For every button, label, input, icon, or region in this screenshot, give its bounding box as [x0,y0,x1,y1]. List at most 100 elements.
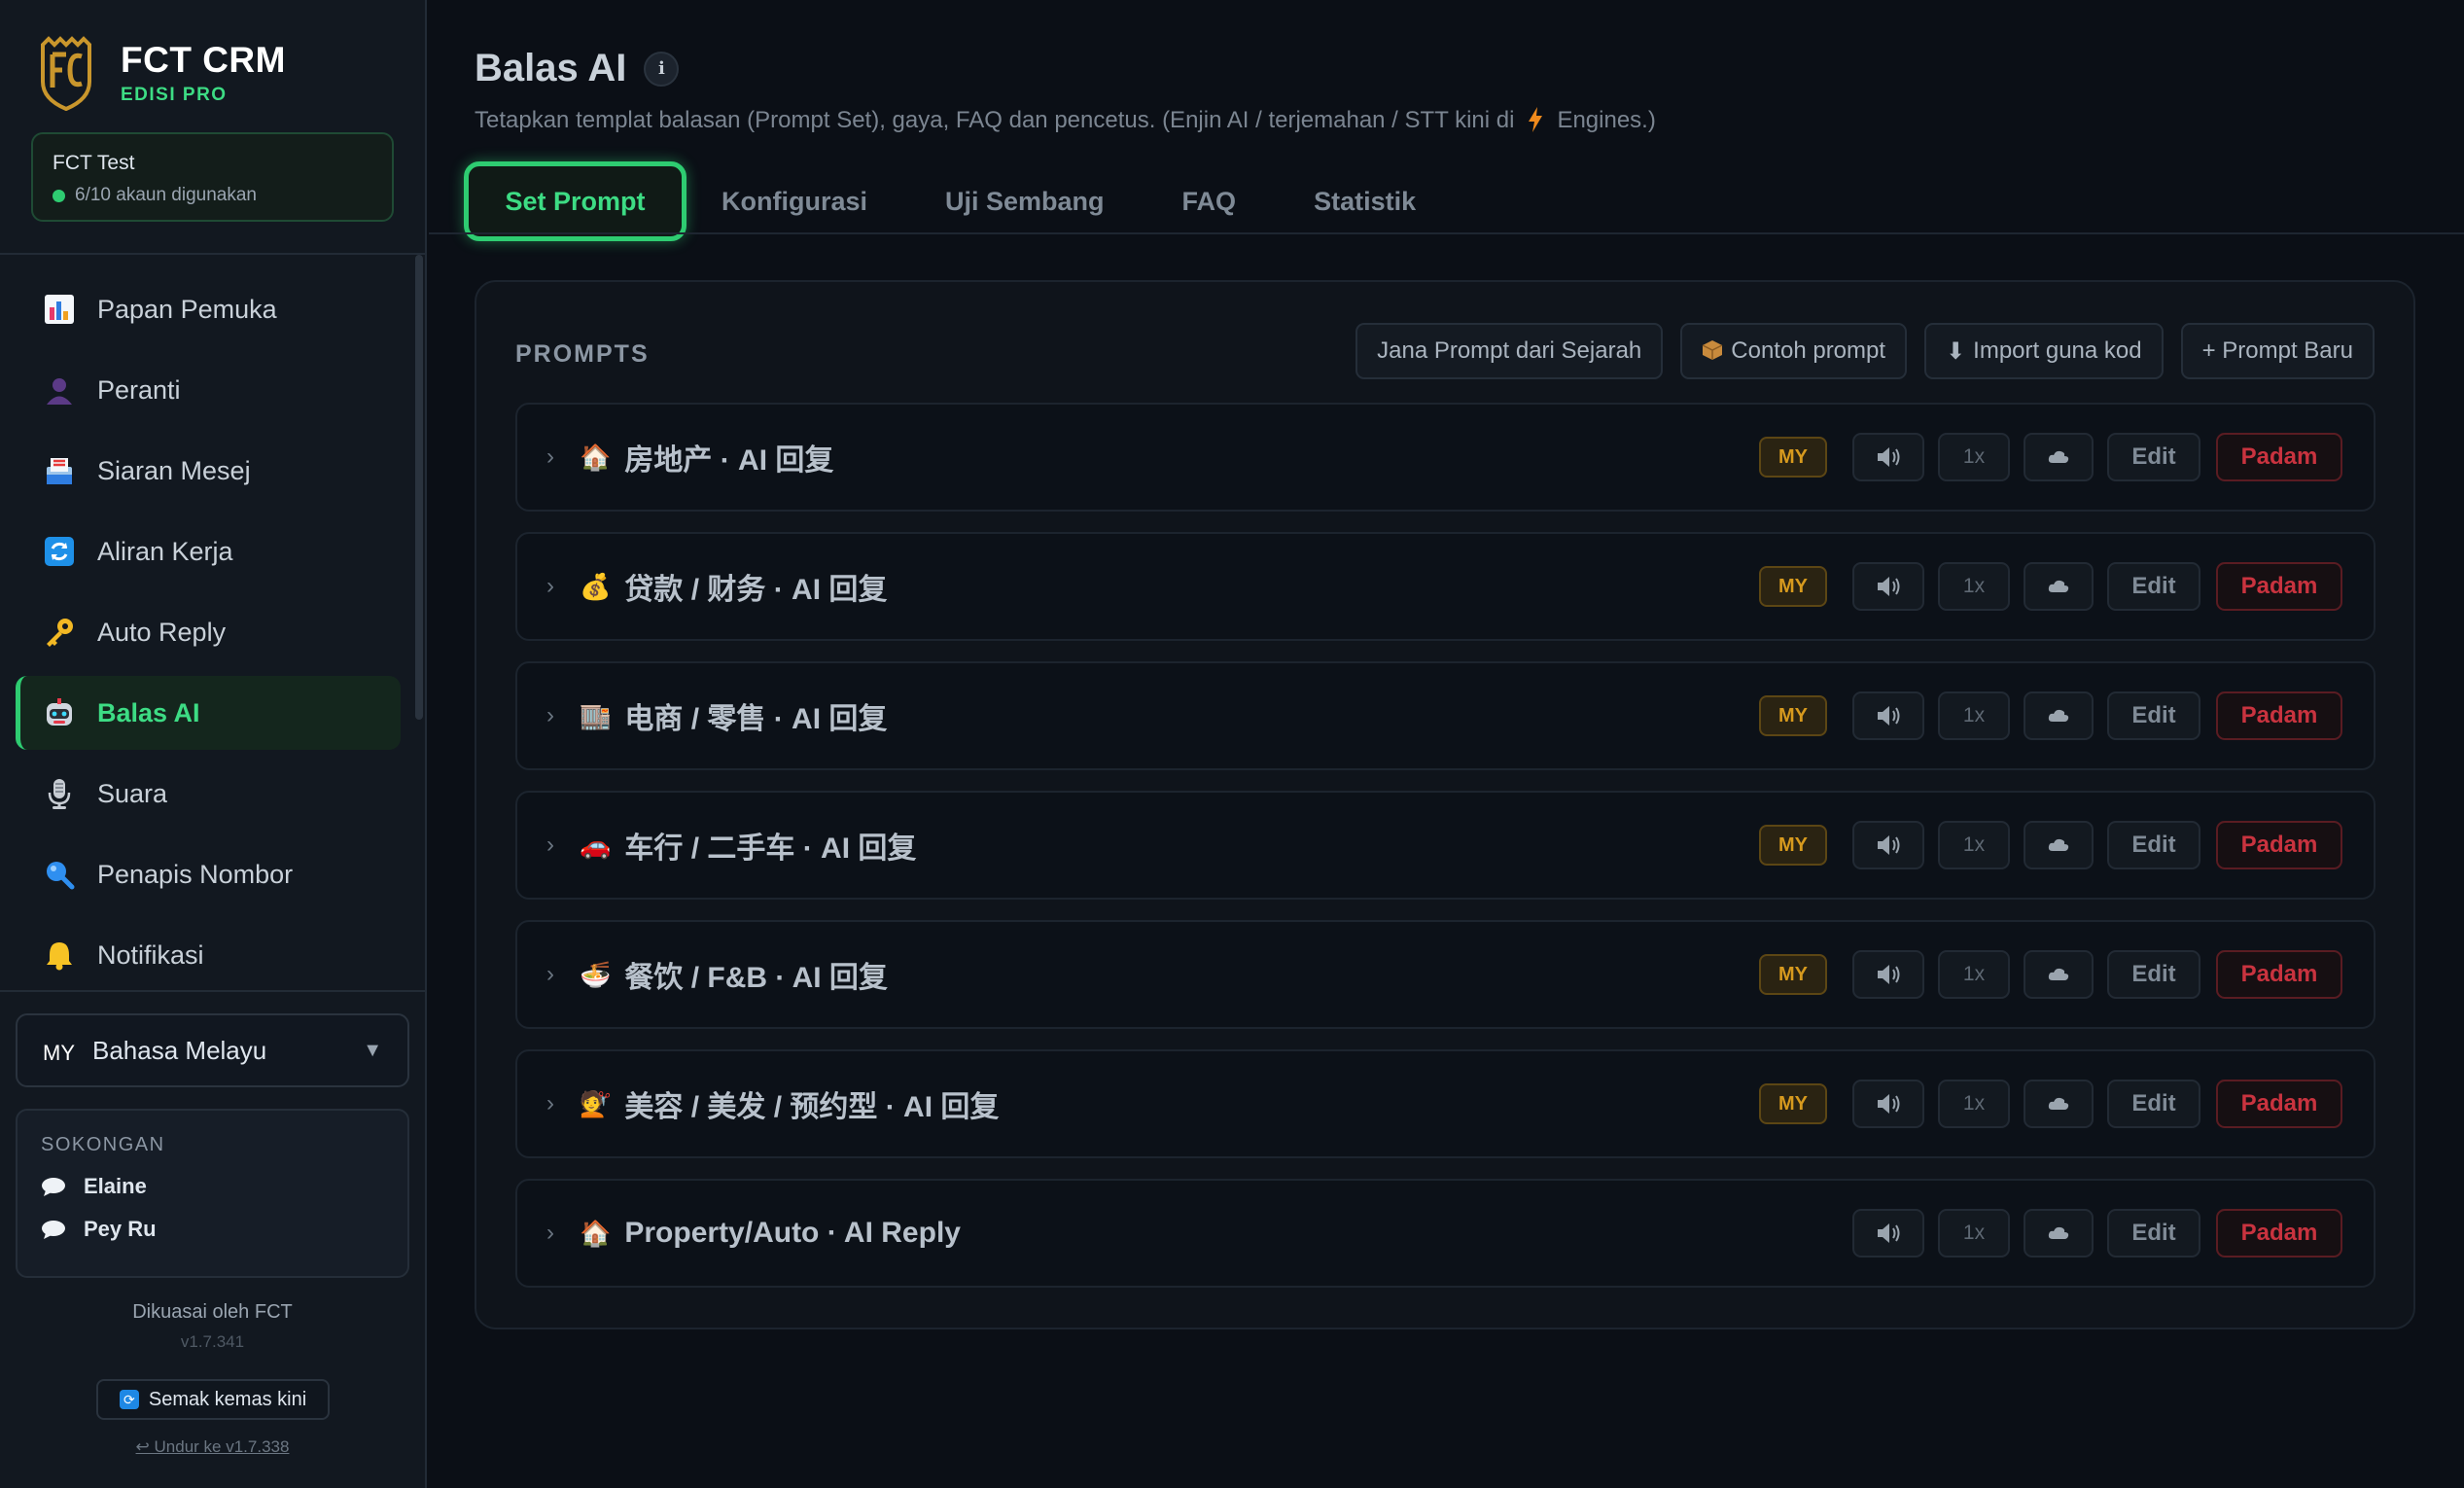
speaker-icon[interactable] [1852,1080,1924,1128]
chevron-right-icon[interactable]: › [546,443,554,471]
prompt-row[interactable]: › 💰 贷款 / 财务 · AI 回复 MY 1x Edit Padam [515,532,2376,641]
money-bag-icon: 💰 [580,571,612,601]
tab-statistik[interactable]: Statistik [1314,187,1416,217]
delete-button[interactable]: Padam [2216,950,2342,999]
delete-button[interactable]: Padam [2216,433,2342,481]
sidebar-item-peranti[interactable]: Peranti [16,353,401,427]
broadcast-inbox-icon [43,454,76,487]
check-update-button[interactable]: ⟳ Semak kemas kini [96,1379,330,1420]
brand-edition: EDISI PRO [121,85,228,105]
tab-set-prompt[interactable]: Set Prompt [464,161,686,241]
edit-button[interactable]: Edit [2107,950,2200,999]
speaker-icon[interactable] [1852,821,1924,869]
edit-button[interactable]: Edit [2107,562,2200,611]
new-prompt-button[interactable]: + Prompt Baru [2180,323,2375,379]
sidebar-item-aliran-kerja[interactable]: Aliran Kerja [16,514,401,588]
edit-button[interactable]: Edit [2107,1080,2200,1128]
sidebar-item-auto-reply[interactable]: Auto Reply [16,595,401,669]
edit-button[interactable]: Edit [2107,433,2200,481]
speed-button[interactable]: 1x [1938,691,2010,740]
delete-button[interactable]: Padam [2216,691,2342,740]
sidebar-item-siaran-mesej[interactable]: Siaran Mesej [16,434,401,508]
speed-button[interactable]: 1x [1938,950,2010,999]
cloud-icon[interactable] [2024,821,2094,869]
powered-by-text: Dikuasai oleh FCT [132,1301,293,1323]
prompt-row[interactable]: › 🍜 餐饮 / F&B · AI 回复 MY 1x Edit Padam [515,920,2376,1029]
speed-button[interactable]: 1x [1938,821,2010,869]
cloud-icon[interactable] [2024,950,2094,999]
speaker-icon[interactable] [1852,691,1924,740]
delete-button[interactable]: Padam [2216,562,2342,611]
account-card[interactable]: FCT Test 6/10 akaun digunakan [31,132,394,222]
rollback-link[interactable]: ↩ Undur ke v1.7.338 [0,1437,425,1457]
tab-faq[interactable]: FAQ [1182,187,1237,217]
account-usage-text: 6/10 akaun digunakan [75,185,257,205]
prompt-row-actions: MY 1x Edit Padam [1759,1080,2342,1128]
speed-button[interactable]: 1x [1938,562,2010,611]
sidebar-item-label: Papan Pemuka [97,294,277,324]
speed-button[interactable]: 1x [1938,1209,2010,1258]
language-badge: MY [1759,695,1827,736]
language-select[interactable]: MY Bahasa Melayu ▼ [16,1013,409,1087]
language-label: Bahasa Melayu [92,1035,267,1065]
main-content: Balas AI i Tetapkan templat balasan (Pro… [429,0,2464,1488]
prompt-row-actions: MY 1x Edit Padam [1759,821,2342,869]
support-contact-elaine[interactable]: Elaine [41,1174,384,1199]
chevron-right-icon[interactable]: › [546,832,554,859]
sidebar-item-balas-ai[interactable]: Balas AI [16,676,401,750]
import-by-code-button[interactable]: ⬇ Import guna kod [1924,323,2164,379]
edit-button[interactable]: Edit [2107,821,2200,869]
prompt-title: 🍜 餐饮 / F&B · AI 回复 [580,953,888,996]
sidebar-item-notifikasi[interactable]: Notifikasi [16,918,401,992]
cloud-icon[interactable] [2024,1209,2094,1258]
edit-button[interactable]: Edit [2107,691,2200,740]
sidebar-divider [0,253,425,255]
speaker-icon[interactable] [1852,1209,1924,1258]
chevron-right-icon[interactable]: › [546,702,554,729]
chevron-right-icon[interactable]: › [546,1220,554,1247]
info-icon[interactable]: i [644,51,680,87]
sidebar-item-papan-pemuka[interactable]: Papan Pemuka [16,272,401,346]
speed-button[interactable]: 1x [1938,1080,2010,1128]
speaker-icon[interactable] [1852,950,1924,999]
cloud-icon[interactable] [2024,1080,2094,1128]
online-status-dot-icon [53,189,65,202]
check-update-label: Semak kemas kini [148,1388,307,1410]
delete-button[interactable]: Padam [2216,1209,2342,1258]
prompt-row[interactable]: › 🏬 电商 / 零售 · AI 回复 MY 1x Edit Padam [515,661,2376,770]
chevron-right-icon[interactable]: › [546,961,554,988]
prompt-row[interactable]: › 🏠 Property/Auto · AI Reply 1x Edit Pad… [515,1179,2376,1288]
language-badge: MY [1759,437,1827,478]
sidebar-scrollbar[interactable] [415,255,423,720]
prompts-actions: Jana Prompt dari Sejarah Contoh prompt ⬇… [1338,323,2375,379]
chevron-right-icon[interactable]: › [546,573,554,600]
prompt-row[interactable]: › 🚗 车行 / 二手车 · AI 回复 MY 1x Edit Padam [515,791,2376,900]
prompt-row[interactable]: › 🏠 房地产 · AI 回复 MY 1x Edit Padam [515,403,2376,512]
prompt-row[interactable]: › 💇 美容 / 美发 / 预约型 · AI 回复 MY 1x Edit Pad… [515,1049,2376,1158]
prompt-title: 💰 贷款 / 财务 · AI 回复 [580,565,887,608]
prompt-row-actions: MY 1x Edit Padam [1759,691,2342,740]
chevron-right-icon[interactable]: › [546,1090,554,1117]
cloud-icon[interactable] [2024,691,2094,740]
brand: FCT CRM EDISI PRO [39,35,286,111]
sidebar-item-suara[interactable]: Suara [16,757,401,831]
delete-button[interactable]: Padam [2216,821,2342,869]
prompt-title-text: 贷款 / 财务 · AI 回复 [624,574,888,606]
delete-button[interactable]: Padam [2216,1080,2342,1128]
support-contact-pey-ru[interactable]: Pey Ru [41,1217,384,1242]
tab-konfigurasi[interactable]: Konfigurasi [722,187,867,217]
speaker-icon[interactable] [1852,433,1924,481]
engines-link[interactable]: Engines.) [1557,107,1655,133]
bell-icon [43,939,76,972]
page-subtitle: Tetapkan templat balasan (Prompt Set), g… [475,107,1656,134]
sidebar-item-penapis-nombor[interactable]: Penapis Nombor [16,837,401,911]
sample-prompt-button[interactable]: Contoh prompt [1680,323,1908,379]
generate-prompt-from-history-button[interactable]: Jana Prompt dari Sejarah [1355,323,1664,379]
button-label: + Prompt Baru [2201,337,2353,364]
speed-button[interactable]: 1x [1938,433,2010,481]
tab-uji-sembang[interactable]: Uji Sembang [945,187,1105,217]
cloud-icon[interactable] [2024,433,2094,481]
speaker-icon[interactable] [1852,562,1924,611]
edit-button[interactable]: Edit [2107,1209,2200,1258]
cloud-icon[interactable] [2024,562,2094,611]
